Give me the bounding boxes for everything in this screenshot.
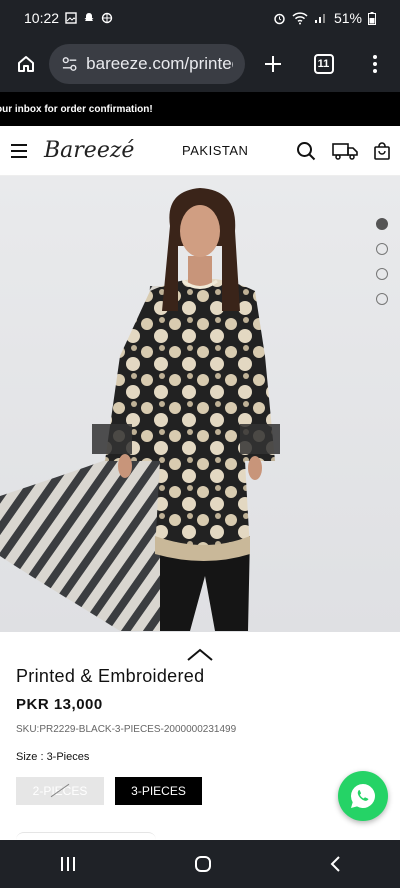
gallery-dot-4[interactable] [376, 293, 388, 305]
announcement-text: our inbox for order confirmation! [0, 103, 153, 115]
tab-count: 11 [313, 54, 334, 74]
product-image-gallery[interactable] [0, 176, 400, 632]
signal-icon [314, 14, 325, 23]
partial-card-edge [16, 832, 156, 840]
gallery-pagination [376, 218, 388, 305]
tab-switcher-button[interactable]: 11 [310, 48, 337, 80]
hamburger-menu-icon[interactable] [10, 143, 28, 159]
product-sku: SKU:PR2229-BLACK-3-PIECES-2000000231499 [16, 724, 237, 735]
size-label: Size : 3-Pieces [16, 751, 90, 763]
home-button[interactable] [12, 48, 39, 80]
pinwheel-notification-icon [101, 12, 113, 24]
snapchat-notification-icon [84, 13, 94, 21]
gallery-dot-1[interactable] [376, 218, 388, 230]
product-title: Printed & Embroidered [16, 666, 205, 686]
whatsapp-icon [350, 784, 375, 808]
plus-icon [264, 56, 281, 72]
search-icon[interactable] [296, 141, 316, 161]
more-vert-icon [372, 55, 377, 73]
whatsapp-chat-button[interactable] [338, 771, 388, 821]
alarm-icon [274, 13, 285, 24]
back-icon[interactable] [329, 855, 341, 873]
wifi-icon [292, 11, 308, 24]
product-price: PKR 13,000 [16, 696, 103, 713]
battery-percent: 51% [333, 10, 362, 26]
product-info-panel: Printed & Embroidered PKR 13,000 SKU:PR2… [0, 632, 400, 840]
country-selector[interactable]: PAKISTAN [182, 143, 248, 158]
gallery-dot-3[interactable] [376, 268, 388, 280]
site-header: Bareezé PAKISTAN [0, 126, 400, 176]
home-nav-icon[interactable] [194, 855, 212, 873]
shopping-bag-icon[interactable] [374, 141, 390, 160]
url-text: bareeze.com/printec [86, 54, 233, 73]
recent-apps-icon[interactable] [59, 856, 77, 872]
browser-toolbar: bareeze.com/printec 11 [0, 36, 400, 92]
status-bar: 10:22 51% [0, 0, 400, 36]
home-icon [17, 56, 34, 72]
address-bar[interactable]: bareeze.com/printec [49, 44, 245, 84]
announcement-bar: our inbox for order confirmation! [0, 92, 400, 126]
size-option-3-pieces[interactable]: 3-PIECES [115, 777, 202, 805]
chevron-up-icon[interactable] [186, 648, 214, 662]
site-settings-icon[interactable] [61, 55, 78, 73]
delivery-truck-icon[interactable] [332, 142, 358, 160]
brand-logo[interactable]: Bareezé [44, 138, 134, 163]
product-model-image [0, 188, 280, 631]
battery-icon [368, 11, 376, 25]
new-tab-button[interactable] [259, 48, 286, 80]
status-time: 10:22 [24, 10, 60, 26]
browser-menu-button[interactable] [361, 48, 388, 80]
system-navigation-bar [0, 840, 400, 888]
gallery-dot-2[interactable] [376, 243, 388, 255]
gallery-notification-icon [65, 12, 77, 24]
